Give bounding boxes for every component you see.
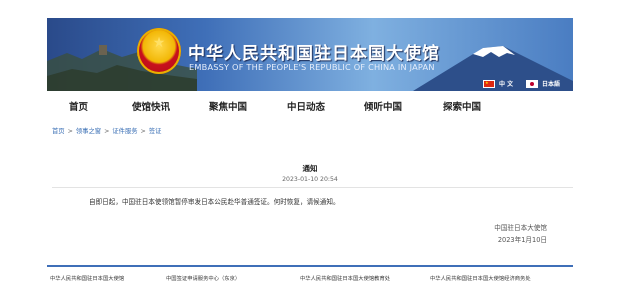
breadcrumb-separator: > [104,128,110,135]
lang-chinese-label: 中 文 [499,81,514,88]
nav-item-embassy-news[interactable]: 使馆快讯 [132,99,170,113]
nav-item-focus-china[interactable]: 聚焦中国 [209,99,247,113]
footer-link-embassy[interactable]: 中华人民共和国驻日本国大使馆 [50,274,124,282]
nav-item-china-japan[interactable]: 中日动态 [287,99,325,113]
china-flag-icon [483,79,495,88]
site-title-cn: 中华人民共和国驻日本国大使馆 [188,44,440,64]
header-banner: ★ 中华人民共和国驻日本国大使馆 EMBASSY OF THE PEOPLE'S… [47,18,573,91]
notice-date: 2023-01-10 20:54 [282,176,338,183]
nav-item-listen-china[interactable]: 倾听中国 [364,99,402,113]
breadcrumb-visa[interactable]: 签证 [149,128,162,135]
signature-org: 中国驻日本大使馆 [494,224,547,232]
footer-link-commerce[interactable]: 中华人民共和国驻日本国大使馆经济商务处 [430,274,531,282]
breadcrumb-home[interactable]: 首页 [52,128,65,135]
main-nav: 首页 使馆快讯 聚焦中国 中日动态 倾听中国 探索中国 [0,99,641,113]
nav-item-explore-china[interactable]: 探索中国 [443,99,481,113]
footer-link-visa-center[interactable]: 中国签证申请服务中心（东京） [166,274,240,282]
nav-item-home[interactable]: 首页 [69,99,88,113]
notice-body: 自即日起，中国驻日本使领馆暂停审发日本公民赴华普通签证。何时恢复，请候通知。 [89,198,340,206]
footer-link-education[interactable]: 中华人民共和国驻日本国大使馆教育处 [300,274,390,282]
lang-japanese-label: 日本語 [542,81,561,88]
footer-divider [47,265,573,267]
notice-title: 通知 [302,164,318,173]
breadcrumb-documents[interactable]: 证件服务 [112,128,137,135]
divider [52,187,573,188]
national-emblem-icon: ★ [137,28,181,74]
breadcrumb: 首页 > 领事之窗 > 证件服务 > 签证 [52,126,161,135]
breadcrumb-consular[interactable]: 领事之窗 [76,128,101,135]
breadcrumb-separator: > [67,128,73,135]
japan-flag-icon [526,79,538,88]
lang-japanese-link[interactable]: 日本語 [526,79,560,88]
breadcrumb-separator: > [140,128,146,135]
signature-date: 2023年1月10日 [497,236,547,244]
lang-chinese-link[interactable]: 中 文 [483,79,513,88]
site-title-en: EMBASSY OF THE PEOPLE'S REPUBLIC OF CHIN… [189,62,435,72]
